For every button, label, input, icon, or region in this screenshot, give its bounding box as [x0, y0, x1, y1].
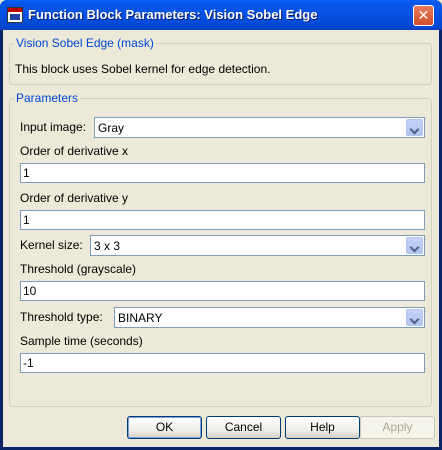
sample-time-input[interactable]: [20, 353, 425, 373]
threshold-type-dropdown[interactable]: BINARY: [114, 307, 425, 328]
order-y-input[interactable]: [20, 210, 425, 230]
input-image-value: Gray: [98, 121, 125, 135]
simulink-app-icon: [7, 7, 23, 23]
dialog-client-area: Vision Sobel Edge (mask) This block uses…: [3, 30, 439, 447]
kernel-size-value: 3 x 3: [94, 239, 121, 253]
input-image-label: Input image:: [20, 120, 87, 134]
threshold-label: Threshold (grayscale): [20, 262, 137, 276]
kernel-size-label: Kernel size:: [20, 238, 83, 252]
order-y-label: Order of derivative y: [20, 191, 129, 205]
parameters-group: Parameters Input image: Gray Order of de…: [9, 91, 432, 407]
mask-description-group: Vision Sobel Edge (mask) This block uses…: [9, 36, 432, 85]
window-title: Function Block Parameters: Vision Sobel …: [28, 7, 318, 22]
ok-button[interactable]: OK: [127, 416, 202, 439]
cancel-button[interactable]: Cancel: [206, 416, 281, 439]
dialog-window: Function Block Parameters: Vision Sobel …: [0, 0, 442, 450]
parameters-group-title: Parameters: [14, 91, 81, 105]
threshold-type-value: BINARY: [118, 311, 163, 325]
threshold-input[interactable]: [20, 281, 425, 301]
close-button[interactable]: ✕: [413, 5, 434, 26]
order-x-input[interactable]: [20, 163, 425, 183]
order-x-label: Order of derivative x: [20, 144, 129, 158]
apply-button[interactable]: Apply: [360, 416, 435, 439]
mask-group-title: Vision Sobel Edge (mask): [14, 36, 156, 50]
mask-description-text: This block uses Sobel kernel for edge de…: [15, 62, 271, 76]
input-image-dropdown[interactable]: Gray: [94, 117, 425, 138]
kernel-size-dropdown[interactable]: 3 x 3: [90, 235, 425, 256]
help-button[interactable]: Help: [285, 416, 360, 439]
threshold-type-label: Threshold type:: [20, 310, 103, 324]
chevron-down-icon[interactable]: [406, 119, 423, 136]
chevron-down-icon[interactable]: [406, 237, 423, 254]
title-bar[interactable]: Function Block Parameters: Vision Sobel …: [0, 0, 442, 30]
chevron-down-icon[interactable]: [406, 309, 423, 326]
sample-time-label: Sample time (seconds): [20, 334, 143, 348]
